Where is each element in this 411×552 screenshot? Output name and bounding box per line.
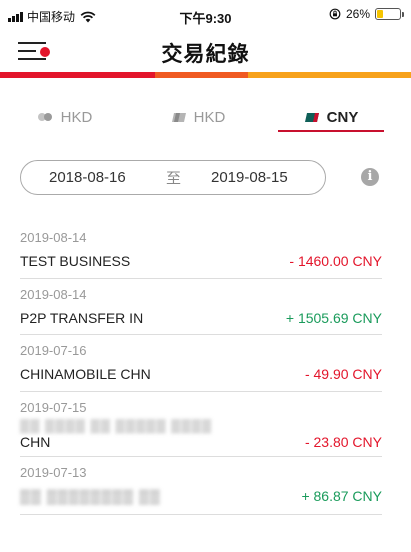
rotation-lock-icon	[329, 8, 341, 20]
end-date[interactable]: 2019-08-15	[211, 169, 288, 186]
transaction-row[interactable]: 2019-07-13 ▒▒ ▒▒▒▒▒▒▒▒ ▒▒ + 86.87 CNY	[20, 457, 382, 515]
transaction-amount: + 1505.69 CNY	[285, 309, 382, 326]
redacted-text: ▒▒ ▒▒▒▒ ▒▒ ▒▒▒▒▒ ▒▒▒▒	[20, 417, 213, 433]
tab-label: HKD	[60, 108, 93, 126]
strip-yellow	[248, 72, 411, 78]
tab-hkd-2[interactable]: HKD	[150, 100, 246, 134]
transaction-amount: + 86.87 CNY	[301, 487, 382, 504]
tab-label: HKD	[193, 108, 226, 126]
transaction-row[interactable]: 2019-07-16 CHINAMOBILE CHN - 49.90 CNY	[20, 335, 382, 392]
transaction-date: 2019-07-15	[20, 399, 87, 415]
currency-tabs: HKD HKD CNY	[0, 100, 411, 134]
strip-red	[0, 72, 155, 78]
transaction-row[interactable]: 2019-08-14 TEST BUSINESS - 1460.00 CNY	[20, 222, 382, 279]
silver-card-icon	[171, 112, 186, 122]
battery-icon	[375, 8, 404, 20]
active-tab-underline	[278, 130, 384, 132]
transaction-date: 2019-07-16	[20, 343, 87, 358]
start-date[interactable]: 2018-08-16	[49, 169, 126, 186]
transaction-date: 2019-07-13	[20, 464, 87, 480]
transaction-amount: - 1460.00 CNY	[289, 253, 382, 269]
transaction-row[interactable]: 2019-08-14 P2P TRANSFER IN + 1505.69 CNY	[20, 279, 382, 335]
page-title: 交易紀錄	[161, 43, 250, 66]
transaction-amount: - 23.80 CNY	[304, 433, 382, 450]
status-right: 26%	[329, 7, 404, 21]
tab-label: CNY	[326, 108, 359, 126]
gray-card-icon	[37, 113, 52, 121]
date-range-picker[interactable]: 2018-08-16 至 2019-08-15	[20, 160, 326, 195]
transaction-description: P2P TRANSFER IN	[20, 309, 144, 326]
date-separator: 至	[166, 170, 182, 187]
color-strip	[0, 72, 411, 78]
transaction-amount: - 49.90 CNY	[304, 366, 382, 382]
info-icon[interactable]: i	[361, 168, 379, 186]
cny-card-icon	[304, 112, 319, 122]
app-header: 交易紀錄	[0, 32, 411, 72]
transaction-description: CHN	[20, 433, 51, 450]
transaction-description: TEST BUSINESS	[20, 253, 131, 269]
strip-orange	[155, 72, 248, 78]
transaction-date: 2019-08-14	[20, 286, 87, 302]
transaction-list: 2019-08-14 TEST BUSINESS - 1460.00 CNY 2…	[20, 222, 382, 515]
battery-percent: 26%	[345, 7, 370, 21]
tab-cny[interactable]: CNY	[278, 100, 384, 134]
transaction-row[interactable]: 2019-07-15 ▒▒ ▒▒▒▒ ▒▒ ▒▒▒▒▒ ▒▒▒▒ CHN - 2…	[20, 392, 382, 457]
transaction-date: 2019-08-14	[20, 230, 87, 245]
redacted-description: ▒▒ ▒▒▒▒▒▒▒▒ ▒▒	[20, 487, 161, 504]
battery-fill	[377, 10, 383, 18]
status-bar: 中国移动 下午9:30 26%	[0, 0, 411, 32]
transaction-description: CHINAMOBILE CHN	[20, 366, 151, 382]
tab-hkd-1[interactable]: HKD	[22, 100, 108, 134]
